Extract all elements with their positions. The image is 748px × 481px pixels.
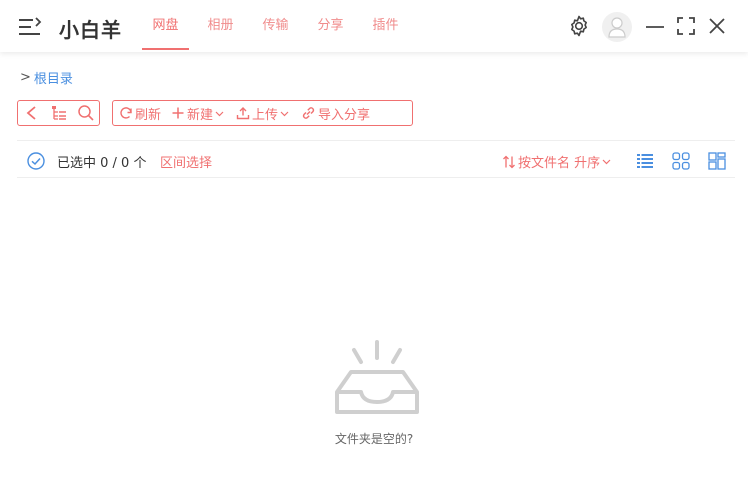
tab-plugins[interactable]: 插件 [358,0,413,52]
tree-icon [51,106,66,120]
refresh-icon [120,107,132,119]
search-button[interactable] [75,102,97,124]
upload-icon [236,107,250,120]
sort-dropdown[interactable]: 按文件名 升序 [502,152,613,171]
app-title: 小白羊 [59,18,122,42]
menu-icon[interactable] [18,16,42,38]
new-button[interactable]: 新建 [171,104,226,123]
fullscreen-icon[interactable] [674,14,698,38]
breadcrumb: > 根目录 [20,68,73,87]
new-label: 新建 [187,107,214,123]
refresh-label: 刷新 [135,107,162,123]
selected-count: 已选中 0 / 0 个 [57,156,147,171]
search-icon [77,105,94,121]
title-bar: 小白羊 网盘 相册 传输 分享 插件 [0,0,748,52]
user-icon [608,17,626,38]
breadcrumb-root[interactable]: 根目录 [34,68,73,87]
nav-toolbar [17,100,100,126]
upload-label: 上传 [252,107,279,123]
empty-inbox-icon [335,340,419,414]
chevron-down-icon [280,111,289,116]
chevron-down-icon [602,159,611,165]
grid-view-icon[interactable] [671,151,691,171]
tab-transfer[interactable]: 传输 [248,0,303,52]
selection-bar: 已选中 0 / 0 个 区间选择 按文件名 升序 [17,140,735,178]
user-avatar[interactable] [602,12,632,42]
select-all-checkbox[interactable] [27,152,45,170]
breadcrumb-separator: > [20,70,31,85]
chevron-down-icon [215,111,224,116]
tab-netdisk[interactable]: 网盘 [138,0,193,52]
main-tabs: 网盘 相册 传输 分享 插件 [138,0,413,52]
refresh-button[interactable]: 刷新 [119,104,161,123]
list-view-icon[interactable] [635,151,655,171]
tab-album[interactable]: 相册 [193,0,248,52]
plus-icon [172,107,184,119]
tab-share[interactable]: 分享 [303,0,358,52]
upload-button[interactable]: 上传 [236,104,291,123]
link-icon [302,107,315,119]
minimize-icon[interactable] [643,14,667,38]
settings-icon[interactable] [567,14,591,38]
close-icon[interactable] [705,14,729,38]
sort-icon [503,155,515,168]
large-grid-view-icon[interactable] [707,151,727,171]
sort-label: 按文件名 升序 [518,156,601,171]
back-icon [26,106,36,120]
action-toolbar: 刷新 新建 上传 导入分享 [112,100,413,126]
import-share-button[interactable]: 导入分享 [301,104,370,123]
range-select-button[interactable]: 区间选择 [160,152,212,171]
tree-button[interactable] [48,102,70,124]
empty-message: 文件夹是空的? [334,432,414,446]
import-share-label: 导入分享 [318,107,371,123]
back-button[interactable] [21,102,43,124]
